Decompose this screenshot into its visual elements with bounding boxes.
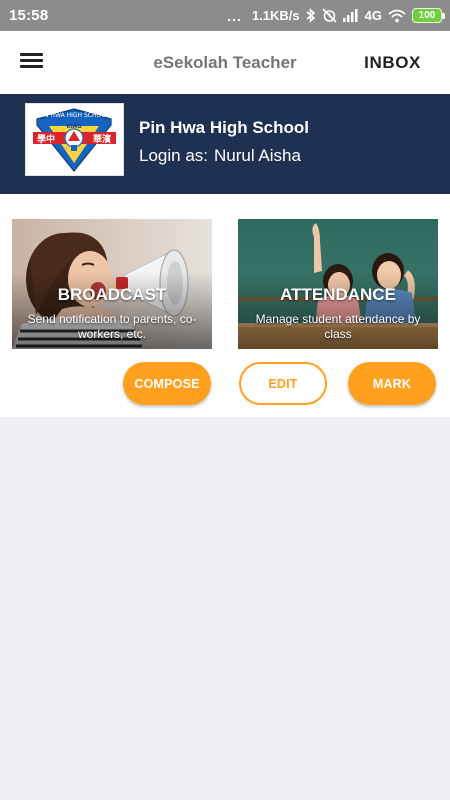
attendance-card[interactable]: ATTENDANCE Manage student attendance by …	[238, 219, 438, 349]
school-name: Pin Hwa High School	[139, 118, 310, 137]
inbox-button[interactable]: INBOX	[364, 53, 421, 73]
bluetooth-icon	[306, 8, 316, 23]
wifi-icon	[388, 9, 406, 23]
attendance-description: Manage student attendance by class	[255, 312, 421, 341]
login-user-name: Nurul Aisha	[214, 146, 301, 165]
dashboard-panel: BROADCAST Send notification to parents, …	[0, 194, 450, 417]
logo-arc-text: PIN HWA HIGH SCHOOL	[39, 112, 110, 119]
login-label: Login as:	[139, 146, 208, 165]
status-time: 15:58	[9, 7, 49, 24]
broadcast-title: BROADCAST	[57, 285, 167, 304]
school-logo: PIN HWA HIGH SCHOOL KIAG 學中 華濱	[25, 103, 124, 176]
login-info: Login as: Nurul Aisha	[139, 146, 301, 166]
alarm-off-icon	[322, 8, 337, 23]
network-speed: 1.1KB/s	[251, 8, 300, 23]
school-header: PIN HWA HIGH SCHOOL KIAG 學中 華濱 Pin Hwa H…	[0, 94, 450, 194]
status-dots: ...	[227, 7, 242, 24]
broadcast-description: Send notification to parents, co-workers…	[27, 312, 197, 341]
logo-right-text: 華濱	[93, 133, 111, 145]
network-type: 4G	[364, 8, 382, 23]
logo-left-text: 學中	[37, 133, 55, 145]
battery-level: 100	[418, 10, 436, 21]
status-bar: 15:58 ... 1.1KB/s 4G 100	[0, 0, 450, 31]
battery-icon: 100	[412, 8, 445, 23]
empty-area	[0, 417, 450, 800]
signal-icon	[342, 9, 359, 22]
compose-button[interactable]: COMPOSE	[123, 362, 211, 405]
broadcast-card[interactable]: BROADCAST Send notification to parents, …	[12, 219, 212, 349]
edit-button[interactable]: EDIT	[239, 362, 327, 405]
logo-middle-text: KIAG	[66, 124, 82, 130]
app-bar: eSekolah Teacher INBOX	[0, 31, 450, 94]
status-right: ... 1.1KB/s 4G 100	[227, 6, 445, 25]
mark-button[interactable]: MARK	[348, 362, 436, 405]
attendance-title: ATTENDANCE	[280, 285, 396, 304]
